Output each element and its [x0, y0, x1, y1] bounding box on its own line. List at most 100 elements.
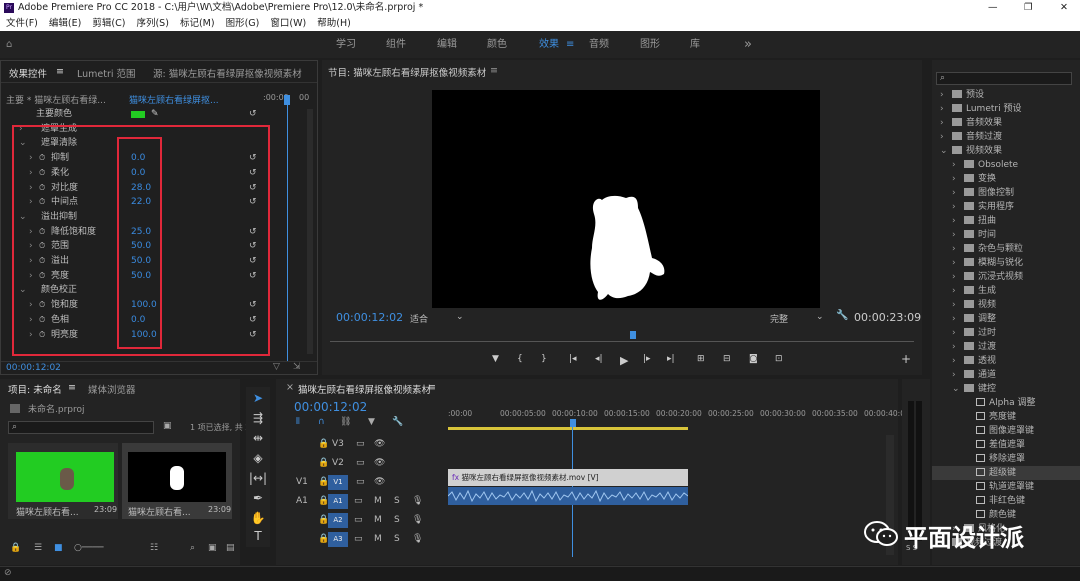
fit-dropdown[interactable]: 适合 ⌄ — [410, 312, 466, 325]
mute-icon[interactable]: M — [374, 530, 382, 549]
selection-tool-icon[interactable]: ➤ — [248, 389, 268, 407]
effects-search-input[interactable]: ⌕ — [936, 72, 1072, 85]
new-bin-footer-icon[interactable]: ▣ — [208, 543, 217, 553]
add-button-icon[interactable]: + — [901, 352, 911, 366]
time-ruler[interactable]: :00:00 00:00:05:00 00:00:10:00 00:00:15:00 0… — [448, 409, 905, 423]
menu-marker[interactable]: 标记(M) — [180, 18, 215, 29]
effect-tree-item[interactable]: › Obsolete — [932, 158, 1072, 172]
sync-lock-icon[interactable]: ▭ — [354, 511, 363, 530]
new-item-icon[interactable]: ▤ — [226, 543, 235, 553]
audio-clip[interactable] — [448, 487, 688, 505]
list-view-icon[interactable]: ☰ — [34, 543, 42, 553]
extract-icon[interactable]: ⊟ — [723, 354, 731, 364]
tree-chevron-icon[interactable]: › — [952, 354, 956, 368]
effect-tree-item[interactable]: › 沉浸式视频 — [932, 270, 1072, 284]
timeline-playhead[interactable] — [570, 419, 576, 427]
effect-tree-item[interactable]: › 调整 — [932, 312, 1072, 326]
track-lock-icon[interactable]: 🔒 — [318, 454, 329, 473]
lock-icon[interactable]: 🔒 — [10, 543, 21, 553]
ec-scrollbar[interactable] — [307, 109, 313, 354]
work-area-bar[interactable] — [448, 427, 688, 430]
type-tool-icon[interactable]: T — [248, 527, 268, 545]
workspace-libraries[interactable]: 库 — [690, 31, 700, 58]
tab-media-browser[interactable]: 媒体浏览器 — [88, 382, 136, 396]
effect-tree-item[interactable]: ⌄ 键控 — [932, 382, 1072, 396]
lift-icon[interactable]: ⊞ — [697, 354, 705, 364]
tree-chevron-icon[interactable]: › — [952, 256, 956, 270]
effect-tree-item[interactable]: › 音频效果 — [932, 116, 1072, 130]
solo-icon[interactable]: S — [394, 511, 400, 530]
tree-chevron-icon[interactable]: › — [952, 242, 956, 256]
project-item-green[interactable]: 猫咪左顾右看... 23:09 — [8, 443, 118, 519]
add-marker-icon[interactable]: ▼ — [368, 417, 375, 427]
ec-timecode[interactable]: 00:00:12:02 — [6, 363, 61, 373]
workspace-more-icon[interactable]: » — [744, 31, 752, 58]
tree-chevron-icon[interactable]: › — [952, 270, 956, 284]
effect-tree-item[interactable]: › 模糊与锐化 — [932, 256, 1072, 270]
mark-out-icon[interactable]: } — [541, 354, 547, 364]
wrench-icon[interactable]: 🔧 — [836, 310, 848, 321]
effect-param-row[interactable]: 主要颜色 ✎ ↺ — [1, 107, 301, 122]
track-target-button[interactable]: A3 — [328, 532, 348, 547]
step-back-icon[interactable]: ◂| — [595, 354, 603, 364]
eye-icon[interactable]: 👁 — [374, 435, 385, 454]
tree-chevron-icon[interactable]: › — [940, 130, 944, 144]
track-target-button[interactable]: A2 — [328, 513, 348, 528]
effect-tree-item[interactable]: 超级键 — [932, 466, 1080, 480]
project-item-sequence[interactable]: 猫咪左顾右看... 23:09 — [122, 443, 232, 519]
effect-tree-item[interactable]: › 实用程序 — [932, 200, 1072, 214]
effect-tree-item[interactable]: 非红色键 — [932, 494, 1072, 508]
tree-chevron-icon[interactable]: › — [952, 214, 956, 228]
tree-chevron-icon[interactable]: › — [940, 88, 944, 102]
track-header[interactable]: 🔒 V2 ▭ 👁 — [276, 454, 448, 473]
find-icon[interactable]: ⌕ — [190, 543, 195, 553]
tree-chevron-icon[interactable]: › — [952, 200, 956, 214]
solo-icon[interactable]: S — [394, 530, 400, 549]
effect-tree-item[interactable]: › 音频过渡 — [932, 130, 1072, 144]
track-source-label[interactable]: V1 — [296, 473, 308, 492]
pen-tool-icon[interactable]: ✒ — [248, 489, 268, 507]
minimize-button[interactable]: — — [988, 0, 998, 16]
go-to-in-icon[interactable]: |◂ — [569, 354, 577, 364]
effect-tree-item[interactable]: › Lumetri 预设 — [932, 102, 1072, 116]
track-header[interactable]: 🔒 A2 ▭ M S 🎙 — [276, 511, 448, 530]
menu-clip[interactable]: 剪辑(C) — [92, 18, 125, 29]
effect-tree-item[interactable]: Alpha 调整 — [932, 396, 1072, 410]
effect-tree-item[interactable]: › 过时 — [932, 326, 1072, 340]
nest-icon[interactable]: ⫴ — [296, 417, 300, 427]
tab-program[interactable]: 节目: 猫咪左顾右看绿屏抠像视频素材 — [328, 65, 486, 79]
project-search-input[interactable]: ⌕ — [8, 421, 154, 434]
export-icon[interactable]: ⇲ — [293, 362, 301, 372]
sync-lock-icon[interactable]: ▭ — [356, 473, 365, 492]
timeline-close-icon[interactable]: × — [286, 382, 294, 393]
tree-chevron-icon[interactable]: › — [952, 326, 956, 340]
mute-icon[interactable]: M — [374, 511, 382, 530]
close-button[interactable]: ✕ — [1060, 0, 1068, 16]
menu-file[interactable]: 文件(F) — [6, 18, 38, 29]
master-clip-label[interactable]: 主要 * 猫咪左顾右看绿... — [6, 93, 106, 106]
tab-lumetri-scopes[interactable]: Lumetri 范围 — [77, 66, 136, 80]
tree-chevron-icon[interactable]: › — [952, 312, 956, 326]
tree-chevron-icon[interactable]: › — [952, 340, 956, 354]
track-header[interactable]: A1 🔒 A1 ▭ M S 🎙 — [276, 492, 448, 511]
track-source-label[interactable]: A1 — [296, 492, 308, 511]
reset-icon[interactable]: ↺ — [249, 107, 257, 122]
menu-window[interactable]: 窗口(W) — [270, 18, 306, 29]
effect-tree-item[interactable]: › 时间 — [932, 228, 1072, 242]
quality-dropdown[interactable]: 完整 ⌄ — [770, 312, 826, 325]
filter-icon[interactable]: ▽ — [273, 362, 280, 372]
hand-tool-icon[interactable]: ✋ — [248, 509, 268, 527]
slip-tool-icon[interactable]: |↔| — [248, 469, 268, 487]
sync-lock-icon[interactable]: ▭ — [354, 530, 363, 549]
track-header[interactable]: V1 🔒 V1 ▭ 👁 — [276, 473, 448, 492]
tree-chevron-icon[interactable]: › — [952, 298, 956, 312]
effect-tree-item[interactable]: › 杂色与颗粒 — [932, 242, 1072, 256]
workspace-graphics[interactable]: 图形 — [640, 31, 660, 58]
track-header[interactable]: 🔒 A3 ▭ M S 🎙 — [276, 530, 448, 549]
workspace-audio[interactable]: 音频 — [589, 31, 609, 58]
video-clip[interactable]: fx 猫咪左顾右看绿屏抠像视频素材.mov [V] — [448, 469, 688, 486]
export-frame-icon[interactable]: ◙ — [749, 354, 758, 364]
effect-tree-item[interactable]: › 图像控制 — [932, 186, 1072, 200]
tab-source[interactable]: 源: 猫咪左顾右看绿屏抠像视频素材 — [153, 66, 302, 80]
eye-icon[interactable]: 👁 — [374, 454, 385, 473]
